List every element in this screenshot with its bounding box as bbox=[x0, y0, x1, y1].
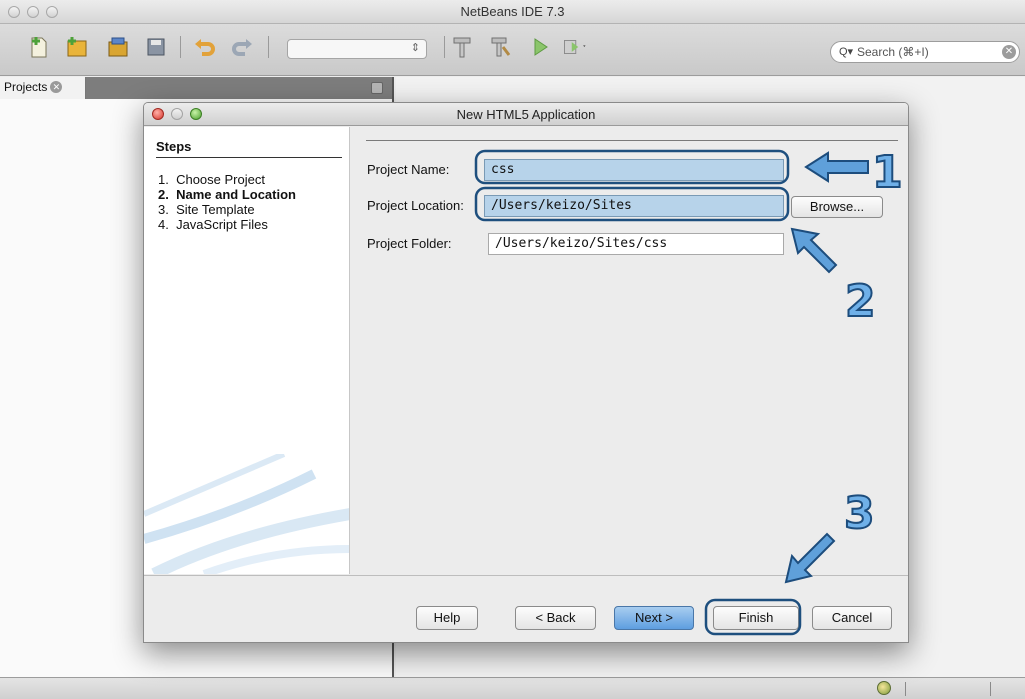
dialog-button-bar: Help < Back Next > Finish Cancel bbox=[144, 575, 908, 642]
open-project-icon bbox=[108, 37, 128, 57]
steps-title: Steps bbox=[156, 139, 192, 154]
run-button[interactable] bbox=[527, 34, 553, 60]
combo-arrows-icon: ⇕ bbox=[410, 42, 420, 54]
steps-divider bbox=[156, 157, 342, 158]
configuration-combo[interactable]: ⇕ bbox=[287, 39, 427, 59]
project-name-label: Project Name: bbox=[367, 162, 450, 177]
browse-button[interactable]: Browse... bbox=[791, 196, 883, 218]
clean-build-button[interactable] bbox=[487, 34, 513, 60]
toolbar-separator bbox=[180, 36, 181, 58]
project-folder-field: /Users/keizo/Sites/css bbox=[488, 233, 784, 255]
hammer-icon bbox=[453, 37, 471, 58]
search-clear-icon[interactable]: ✕ bbox=[1002, 45, 1016, 59]
status-indicator-icon[interactable] bbox=[877, 681, 891, 695]
build-button[interactable] bbox=[449, 34, 475, 60]
status-divider bbox=[905, 682, 906, 696]
new-file-button[interactable] bbox=[26, 34, 52, 60]
save-all-icon bbox=[147, 38, 165, 56]
steps-panel: Steps 1. Choose Project 2. Name and Loca… bbox=[144, 127, 350, 574]
close-tab-icon[interactable]: ✕ bbox=[50, 81, 63, 93]
dialog-title: New HTML5 Application bbox=[456, 107, 596, 122]
project-location-field[interactable]: /Users/keizo/Sites bbox=[484, 195, 784, 217]
step-item: 4. JavaScript Files bbox=[158, 217, 268, 232]
tab-projects[interactable]: Projects ✕ bbox=[0, 77, 86, 99]
name-and-location-content: Project Name: css Project Location: /Use… bbox=[351, 127, 908, 574]
run-icon bbox=[534, 38, 548, 56]
new-project-button[interactable] bbox=[64, 34, 90, 60]
save-all-button[interactable] bbox=[143, 34, 169, 60]
next-button[interactable]: Next > bbox=[614, 606, 694, 630]
undo-icon bbox=[195, 39, 215, 56]
redo-button[interactable] bbox=[229, 34, 255, 60]
status-bar bbox=[0, 677, 1025, 699]
search-input[interactable]: Q▾ Search (⌘+I) ✕ bbox=[830, 41, 1020, 63]
finish-button[interactable]: Finish bbox=[713, 606, 799, 630]
minimize-panel-button[interactable] bbox=[371, 82, 383, 94]
search-placeholder: Search (⌘+I) bbox=[857, 45, 929, 59]
status-divider bbox=[990, 682, 991, 696]
toolbar-separator bbox=[444, 36, 445, 58]
clean-build-icon bbox=[491, 37, 511, 57]
toolbar-separator bbox=[268, 36, 269, 58]
debug-icon bbox=[564, 40, 586, 54]
redo-icon bbox=[232, 39, 252, 56]
steps-list: 1. Choose Project 2. Name and Location 3… bbox=[158, 172, 296, 232]
dialog-titlebar: New HTML5 Application bbox=[144, 103, 908, 126]
netbeans-wizard-art bbox=[144, 454, 349, 574]
step-item: 1. Choose Project bbox=[158, 172, 265, 187]
new-html5-application-dialog: New HTML5 Application Steps 1. Choose Pr… bbox=[143, 102, 909, 643]
search-icon: Q▾ bbox=[839, 46, 854, 58]
step-item: 3. Site Template bbox=[158, 202, 255, 217]
project-name-field[interactable]: css bbox=[484, 159, 784, 181]
help-button[interactable]: Help bbox=[416, 606, 478, 630]
back-button[interactable]: < Back bbox=[515, 606, 596, 630]
new-project-icon bbox=[67, 37, 87, 57]
ide-toolbar: ⇕ Q▾ Search (⌘+I) ✕ bbox=[0, 24, 1025, 76]
undo-button[interactable] bbox=[192, 34, 218, 60]
projects-tabbar: Projects ✕ bbox=[0, 77, 392, 99]
new-file-icon bbox=[31, 37, 47, 58]
ide-window-title: NetBeans IDE 7.3 bbox=[460, 4, 565, 19]
project-location-label: Project Location: bbox=[367, 198, 464, 213]
cancel-button[interactable]: Cancel bbox=[812, 606, 892, 630]
step-item-current: 2. Name and Location bbox=[158, 187, 296, 202]
project-folder-label: Project Folder: bbox=[367, 236, 452, 251]
tab-projects-label: Projects bbox=[4, 80, 48, 94]
ide-titlebar: NetBeans IDE 7.3 bbox=[0, 0, 1025, 24]
open-project-button[interactable] bbox=[105, 34, 131, 60]
content-divider bbox=[366, 140, 898, 141]
debug-button[interactable] bbox=[562, 34, 588, 60]
